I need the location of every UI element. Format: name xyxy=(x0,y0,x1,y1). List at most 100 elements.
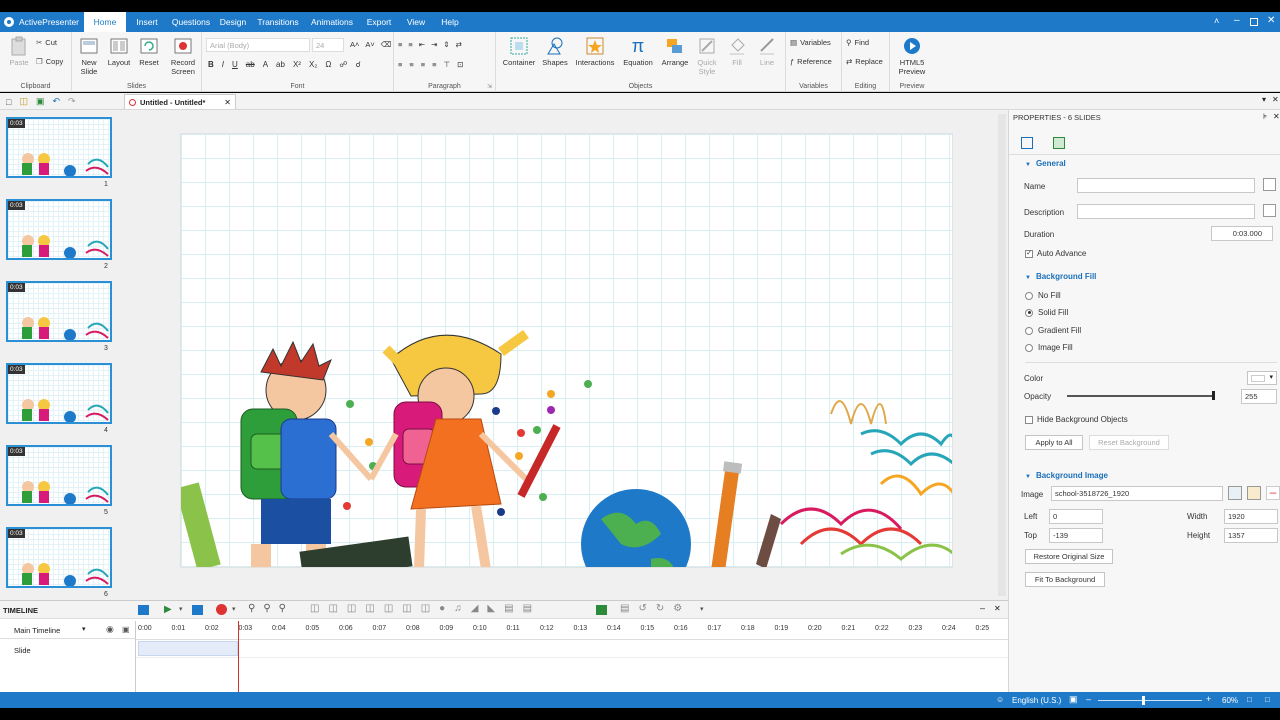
zoom-slider-thumb[interactable] xyxy=(1142,696,1145,705)
reference-button[interactable]: ƒ Reference xyxy=(790,57,832,66)
background-fill-section[interactable]: Background Fill xyxy=(1025,272,1096,281)
align-center-icon[interactable]: ≡ xyxy=(409,60,413,69)
menu-view[interactable]: View xyxy=(398,12,434,32)
redo-icon[interactable]: ↷ xyxy=(68,96,76,107)
close-panel-icon[interactable]: ✕ xyxy=(1273,112,1280,121)
timeline-ruler[interactable]: 0:00 0:01 0:02 0:03 0:04 0:05 0:06 0:07 0:08 0:09… xyxy=(0,601,1008,641)
accessibility-icon[interactable]: ☺ xyxy=(996,695,1004,704)
fullscreen-icon[interactable]: □ xyxy=(1265,695,1270,704)
menu-insert[interactable]: Insert xyxy=(126,12,168,32)
italic-icon[interactable]: I xyxy=(222,60,224,69)
menu-questions[interactable]: Questions xyxy=(168,12,214,32)
grow-font-icon[interactable]: A˄ xyxy=(350,40,359,49)
edit-description-icon[interactable] xyxy=(1263,204,1276,217)
clear-format-icon[interactable]: ⌫ xyxy=(381,40,392,49)
font-color-icon[interactable]: A xyxy=(263,60,268,69)
slide-track-bar[interactable] xyxy=(138,641,238,656)
bullets-icon[interactable]: ≡ xyxy=(398,40,402,49)
width-input[interactable]: 1920 xyxy=(1224,509,1278,524)
unlink-icon[interactable]: ☌ xyxy=(356,60,361,69)
edit-name-icon[interactable] xyxy=(1263,178,1276,191)
layout-button[interactable]: Layout xyxy=(106,36,132,67)
font-size-select[interactable]: 24 xyxy=(312,38,344,52)
slide-thumbnail[interactable]: 0:03 xyxy=(6,445,112,506)
new-file-icon[interactable]: □ xyxy=(6,97,11,107)
canvas-vertical-scrollbar[interactable] xyxy=(998,114,1006,596)
slide-thumbnail[interactable]: 0:03 xyxy=(6,363,112,424)
interactions-button[interactable]: Interactions xyxy=(572,36,618,67)
shapes-button[interactable]: Shapes xyxy=(538,36,572,67)
ribbon-collapse-icon[interactable]: ˄ xyxy=(1214,16,1219,26)
slide-properties-tab-icon[interactable] xyxy=(1053,137,1065,149)
align-left-icon[interactable]: ≡ xyxy=(398,60,402,69)
link-icon[interactable]: ☍ xyxy=(339,60,347,69)
new-slide-button[interactable]: New Slide xyxy=(76,36,102,76)
top-input[interactable]: -139 xyxy=(1049,528,1103,543)
zoom-slider[interactable] xyxy=(1098,700,1202,701)
find-button[interactable]: ⚲ Find xyxy=(846,38,869,47)
tab-menu-icon[interactable]: ▾ xyxy=(1262,95,1266,104)
zoom-out-status-icon[interactable]: – xyxy=(1086,694,1091,704)
paste-button[interactable]: Paste xyxy=(7,36,31,67)
remove-image-icon[interactable]: – xyxy=(1266,486,1280,500)
superscript-icon[interactable]: X² xyxy=(293,60,301,69)
line-spacing-icon[interactable]: ⇕ xyxy=(443,40,449,49)
shrink-font-icon[interactable]: A˅ xyxy=(365,40,374,49)
image-fill-radio[interactable]: Image Fill xyxy=(1025,343,1073,352)
slide-thumbnail[interactable]: 0:03 xyxy=(6,281,112,342)
undo-icon[interactable]: ↶ xyxy=(52,96,60,107)
general-section[interactable]: General xyxy=(1025,159,1066,168)
image-input[interactable]: school-3518726_1920 xyxy=(1051,486,1223,501)
pin-panel-icon[interactable]: ⊧ xyxy=(1263,112,1267,121)
equation-button[interactable]: π Equation xyxy=(618,36,658,67)
replace-button[interactable]: ⇄ Replace xyxy=(846,57,883,66)
close-button[interactable]: ✕ xyxy=(1267,15,1275,26)
quick-style-button[interactable]: Quick Style xyxy=(692,36,722,76)
menu-design[interactable]: Design xyxy=(214,12,252,32)
highlight-icon[interactable]: ab xyxy=(276,60,285,69)
slide-canvas[interactable] xyxy=(180,133,953,568)
description-input[interactable] xyxy=(1077,204,1255,219)
playhead[interactable] xyxy=(238,621,239,693)
font-family-select[interactable]: Arial (Body) xyxy=(206,38,310,52)
align-right-icon[interactable]: ≡ xyxy=(421,60,425,69)
zoom-level[interactable]: 60% xyxy=(1222,696,1238,705)
menu-export[interactable]: Export xyxy=(360,12,398,32)
bold-icon[interactable]: B xyxy=(208,60,214,69)
height-input[interactable]: 1357 xyxy=(1224,528,1278,543)
align-middle-icon[interactable]: ⊡ xyxy=(457,60,463,69)
opacity-input[interactable]: 255 xyxy=(1241,389,1277,404)
name-input[interactable] xyxy=(1077,178,1255,193)
html5-preview-button[interactable]: HTML5 Preview xyxy=(894,36,930,76)
gradient-fill-radio[interactable]: Gradient Fill xyxy=(1025,326,1081,335)
color-picker[interactable]: ▾ xyxy=(1247,371,1277,385)
auto-advance-checkbox[interactable]: ✓ Auto Advance xyxy=(1025,249,1086,258)
menu-transitions[interactable]: Transitions xyxy=(252,12,304,32)
no-fill-radio[interactable]: No Fill xyxy=(1025,291,1061,300)
subscript-icon[interactable]: X₂ xyxy=(309,60,317,69)
reset-button[interactable]: Reset xyxy=(136,36,162,67)
properties-tab-icon[interactable] xyxy=(1021,137,1033,149)
tab-close-all-icon[interactable]: ✕ xyxy=(1272,95,1279,104)
container-button[interactable]: Container xyxy=(500,36,538,67)
numbering-icon[interactable]: ≡ xyxy=(408,40,412,49)
fit-to-background-button[interactable]: Fit To Background xyxy=(1025,572,1105,587)
menu-home[interactable]: Home xyxy=(84,12,126,32)
line-button[interactable]: Line xyxy=(752,36,782,67)
underline-icon[interactable]: U xyxy=(232,60,238,69)
menu-animations[interactable]: Animations xyxy=(304,12,360,32)
reset-background-button[interactable]: Reset Background xyxy=(1089,435,1169,450)
variables-button[interactable]: ▤ Variables xyxy=(790,38,831,47)
maximize-button[interactable] xyxy=(1250,18,1258,26)
increase-indent-icon[interactable]: ⇥ xyxy=(431,40,437,49)
browse-image-icon[interactable] xyxy=(1228,486,1242,500)
language-indicator[interactable]: English (U.S.) xyxy=(1012,696,1061,705)
document-tab[interactable]: Untitled - Untitled* ✕ xyxy=(124,94,236,109)
opacity-slider-thumb[interactable] xyxy=(1212,391,1215,400)
restore-original-size-button[interactable]: Restore Original Size xyxy=(1025,549,1113,564)
opacity-slider[interactable] xyxy=(1067,395,1215,397)
align-top-icon[interactable]: ⊤ xyxy=(444,60,451,69)
strikethrough-icon[interactable]: ab xyxy=(246,60,255,69)
arrange-button[interactable]: Arrange xyxy=(658,36,692,67)
symbol-icon[interactable]: Ω xyxy=(325,60,331,69)
